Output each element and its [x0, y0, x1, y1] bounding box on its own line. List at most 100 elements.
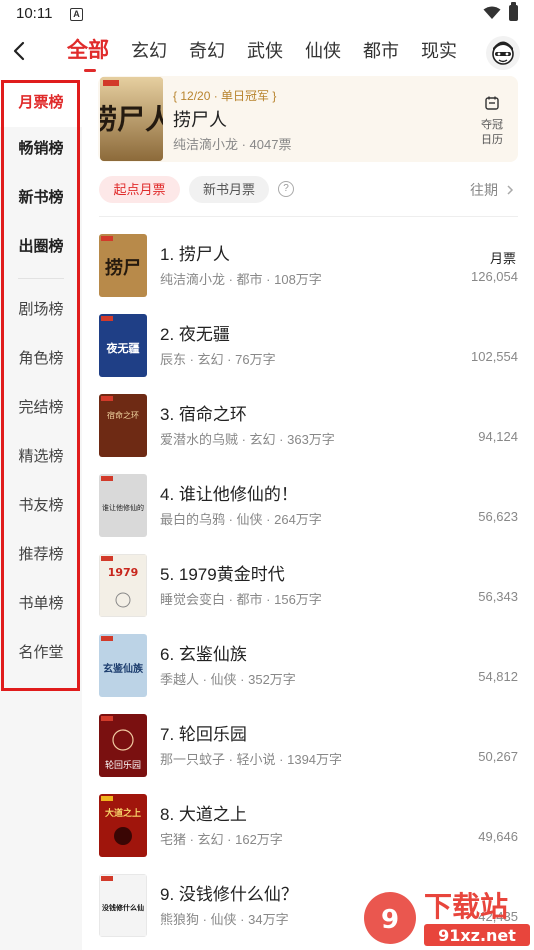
- book-row[interactable]: 捞尸 1. 捞尸人 纯洁滴小龙 · 都市 · 108万字 126,054: [98, 234, 518, 298]
- book-votes: 94,124: [478, 429, 518, 444]
- book-cover: 夜无疆: [99, 314, 147, 377]
- sidebar-item-hall-of-fame[interactable]: 名作堂: [0, 628, 82, 677]
- book-votes: 50,267: [478, 749, 518, 764]
- calendar-icon: [485, 96, 499, 110]
- book-title: 1. 捞尸人: [160, 245, 230, 264]
- sidebar-item-monthly-ticket[interactable]: 月票榜: [0, 78, 82, 127]
- book-votes: 126,054: [471, 269, 518, 284]
- svg-text:宿命之环: 宿命之环: [107, 410, 139, 420]
- daily-champion-card[interactable]: 捞尸人 { 12/20 · 单日冠军 } 捞尸人 纯洁滴小龙 · 4047票 夺…: [98, 76, 518, 162]
- ranking-sidebar: 月票榜 畅销榜 新书榜 出圈榜 剧场榜 角色榜 完结榜 精选榜 书友榜 推荐榜 …: [0, 78, 82, 950]
- sidebar-item-completed[interactable]: 完结榜: [0, 383, 82, 432]
- book-title: 9. 没钱修什么仙？: [160, 885, 298, 904]
- avatar-face-icon: [492, 41, 514, 65]
- sidebar-item-booklist[interactable]: 书单榜: [0, 579, 82, 628]
- notification-a-icon: A: [70, 8, 83, 21]
- book-title: 4. 谁让他修仙的！: [160, 485, 298, 504]
- book-meta: 爱潜水的乌贼 · 玄幻 · 363万字: [160, 432, 335, 447]
- champion-badge: { 12/20 · 单日冠军 }: [173, 89, 277, 103]
- book-row[interactable]: 宿命之环 3. 宿命之环 爱潜水的乌贼 · 玄幻 · 363万字 94,124: [98, 394, 518, 458]
- book-title: 5. 1979黄金时代: [160, 565, 285, 584]
- book-cover: 大道之上: [99, 794, 147, 857]
- book-row[interactable]: 1979 5. 1979黄金时代 睡觉会变白 · 都市 · 156万字 56,3…: [98, 554, 518, 618]
- book-cover: 捞尸: [99, 234, 147, 297]
- book-row[interactable]: 夜无疆 2. 夜无疆 辰东 · 玄幻 · 76万字 102,554: [98, 314, 518, 378]
- svg-text:捞尸: 捞尸: [105, 257, 141, 279]
- calendar-label-1: 夺冠: [481, 119, 503, 131]
- book-cover: 1979: [99, 554, 147, 617]
- history-link[interactable]: 往期: [470, 180, 515, 200]
- svg-text:轮回乐园: 轮回乐园: [105, 759, 141, 771]
- svg-text:大道之上: 大道之上: [105, 807, 141, 819]
- book-title: 2. 夜无疆: [160, 325, 230, 344]
- tab-wuxia[interactable]: 武侠: [236, 30, 294, 76]
- book-meta: 睡觉会变白 · 都市 · 156万字: [160, 592, 322, 607]
- sidebar-divider: [18, 278, 64, 279]
- sidebar-item-selected[interactable]: 精选榜: [0, 432, 82, 481]
- book-cover: 谁让他修仙的: [99, 474, 147, 537]
- sidebar-item-characters[interactable]: 角色榜: [0, 334, 82, 383]
- sidebar-item-theater[interactable]: 剧场榜: [0, 285, 82, 334]
- book-title: 8. 大道之上: [160, 805, 247, 824]
- help-icon[interactable]: ?: [278, 181, 294, 197]
- book-votes: 49,646: [478, 829, 518, 844]
- champion-title: 捞尸人: [173, 110, 227, 130]
- book-title: 6. 玄鉴仙族: [160, 645, 247, 664]
- book-title: 3. 宿命之环: [160, 405, 247, 424]
- champion-book-cover[interactable]: 捞尸人: [100, 77, 163, 161]
- book-votes: 102,554: [471, 349, 518, 364]
- champion-calendar-button[interactable]: 夺冠 日历: [474, 96, 510, 148]
- book-row[interactable]: 谁让他修仙的 4. 谁让他修仙的！ 最白的乌鸦 · 仙侠 · 264万字 56,…: [98, 474, 518, 538]
- category-tabs: 全部 玄幻 奇幻 武侠 仙侠 都市 现实: [60, 30, 468, 76]
- sidebar-item-breakout[interactable]: 出圈榜: [0, 222, 82, 271]
- book-meta: 纯洁滴小龙 · 都市 · 108万字: [160, 272, 322, 287]
- sidebar-item-new-books[interactable]: 新书榜: [0, 173, 82, 222]
- book-votes: 56,623: [478, 509, 518, 524]
- history-label: 往期: [470, 182, 498, 198]
- watermark-sub: 91xz.net: [438, 926, 516, 945]
- tab-xianxia[interactable]: 仙侠: [294, 30, 352, 76]
- status-bar: 10:11 A: [0, 0, 534, 30]
- champion-meta: 纯洁滴小龙 · 4047票: [173, 137, 292, 152]
- tab-dushi[interactable]: 都市: [352, 30, 410, 76]
- sidebar-item-recommend[interactable]: 推荐榜: [0, 530, 82, 579]
- book-cover: 轮回乐园: [99, 714, 147, 777]
- sidebar-item-bestseller[interactable]: 畅销榜: [0, 124, 82, 173]
- chevron-right-icon: [507, 185, 513, 195]
- cover-bg: [99, 394, 147, 457]
- status-time: 10:11: [16, 5, 53, 22]
- book-meta: 辰东 · 玄幻 · 76万字: [160, 352, 276, 367]
- book-row[interactable]: 轮回乐园 7. 轮回乐园 那一只蚊子 · 轻小说 · 1394万字 50,267: [98, 714, 518, 778]
- top-nav: 全部 玄幻 奇幻 武侠 仙侠 都市 现实: [0, 30, 534, 76]
- svg-text:9: 9: [381, 905, 399, 935]
- watermark-main: 下载站: [424, 890, 508, 923]
- avatar[interactable]: [486, 36, 520, 70]
- battery-icon: [509, 2, 518, 21]
- svg-text:谁让他修仙的: 谁让他修仙的: [102, 503, 144, 512]
- book-cover: 宿命之环: [99, 394, 147, 457]
- book-row[interactable]: 大道之上 8. 大道之上 宅猪 · 玄幻 · 162万字 49,646: [98, 794, 518, 858]
- filter-newbook-monthly[interactable]: 新书月票: [189, 176, 269, 203]
- book-title: 7. 轮回乐园: [160, 725, 247, 744]
- svg-text:玄鉴仙族: 玄鉴仙族: [103, 662, 144, 675]
- calendar-label-2: 日历: [481, 134, 503, 146]
- site-watermark: 9 下载站 91xz.net: [360, 882, 534, 950]
- book-meta: 最白的乌鸦 · 仙侠 · 264万字: [160, 512, 322, 527]
- tab-xianshi[interactable]: 现实: [410, 30, 468, 76]
- book-votes: 54,812: [478, 669, 518, 684]
- svg-text:没钱修什么仙: 没钱修什么仙: [102, 903, 144, 912]
- book-meta: 那一只蚊子 · 轻小说 · 1394万字: [160, 752, 343, 767]
- book-row[interactable]: 玄鉴仙族 6. 玄鉴仙族 季越人 · 仙侠 · 352万字 54,812: [98, 634, 518, 698]
- tab-xuanhuan[interactable]: 玄幻: [120, 30, 178, 76]
- filter-qidian-monthly[interactable]: 起点月票: [99, 176, 180, 203]
- book-meta: 季越人 · 仙侠 · 352万字: [160, 672, 296, 687]
- back-arrow-icon[interactable]: [8, 38, 34, 64]
- book-meta: 宅猪 · 玄幻 · 162万字: [160, 832, 283, 847]
- svg-text:夜无疆: 夜无疆: [106, 341, 140, 355]
- tab-all[interactable]: 全部: [60, 30, 120, 76]
- filter-divider: [99, 216, 518, 217]
- tab-qihuan[interactable]: 奇幻: [178, 30, 236, 76]
- cover-bg: [99, 794, 147, 857]
- svg-text:1979: 1979: [108, 566, 139, 579]
- sidebar-item-readers[interactable]: 书友榜: [0, 481, 82, 530]
